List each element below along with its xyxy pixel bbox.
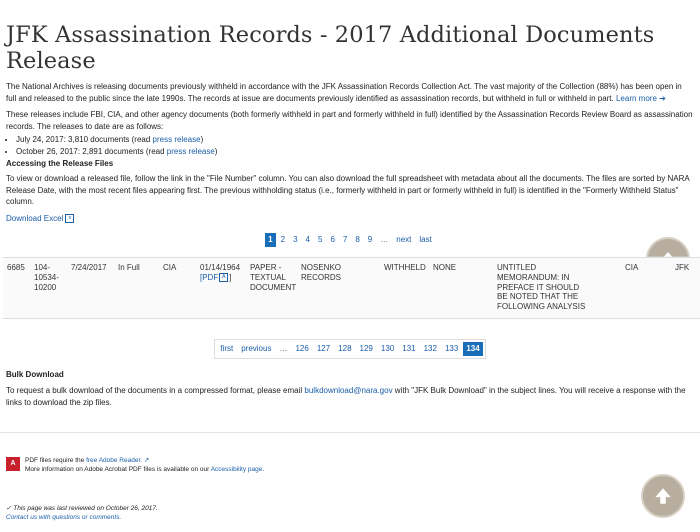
- page-7[interactable]: 7: [340, 233, 350, 247]
- bulk-download-heading: Bulk Download: [6, 370, 64, 379]
- page-title: JFK Assassination Records - 2017 Additio…: [6, 22, 655, 74]
- page-1[interactable]: 1: [265, 233, 276, 247]
- pdf-file-icon[interactable]: A: [219, 273, 229, 283]
- bulk-email-link[interactable]: bulkdownload@nara.gov: [304, 386, 392, 395]
- comment: UNTITLED MEMORANDUM: IN PREFACE IT SHOUL…: [497, 263, 586, 312]
- agency: CIA: [163, 263, 177, 272]
- page-4[interactable]: 4: [303, 233, 313, 247]
- pdf-note: A PDF files require the free Adobe Reade…: [6, 457, 264, 474]
- access-heading: Accessing the Release Files: [6, 159, 114, 168]
- table-row: 6685 104- 10534- 10200 7/24/2017 In Full…: [3, 257, 700, 319]
- originator: CIA: [625, 263, 639, 272]
- learn-more-link[interactable]: Learn more ➔: [616, 94, 666, 103]
- divider: [0, 432, 700, 433]
- access-paragraph: To view or download a released file, fol…: [6, 174, 690, 206]
- page-131[interactable]: 131: [399, 342, 418, 356]
- first-page-link[interactable]: first: [217, 342, 236, 356]
- adobe-reader-link[interactable]: free Adobe Reader.: [86, 457, 142, 464]
- page-134[interactable]: 134: [463, 342, 483, 356]
- collection: JFK: [675, 263, 690, 272]
- file-number-link[interactable]: 104- 10534- 10200: [34, 263, 59, 292]
- pdf-link[interactable]: [PDF: [200, 273, 218, 283]
- page-6[interactable]: 6: [327, 233, 337, 247]
- page-126[interactable]: 126: [292, 342, 311, 356]
- press-release-link[interactable]: press release: [167, 147, 215, 156]
- withheld-status: In Full: [118, 263, 140, 272]
- contact-link[interactable]: Contact us with questions or comments.: [6, 514, 121, 521]
- pagination-top: 1 2 3 4 5 6 7 8 9 … next last: [0, 233, 700, 247]
- release-date: 7/24/2017: [71, 263, 107, 272]
- release-item: October 26, 2017: 2,891 documents (read …: [16, 146, 694, 158]
- page-127[interactable]: 127: [314, 342, 333, 356]
- doc-title: NOSENKO RECORDS: [301, 263, 342, 282]
- last-page-link[interactable]: last: [416, 233, 434, 247]
- page-footer: ✓ This page was last reviewed on October…: [6, 505, 158, 521]
- next-page-link[interactable]: next: [393, 233, 414, 247]
- doc-type: PAPER - TEXTUAL DOCUMENT: [250, 263, 297, 292]
- intro-paragraph: The National Archives is releasing docum…: [6, 82, 682, 103]
- page-129[interactable]: 129: [357, 342, 376, 356]
- adobe-pdf-icon: A: [6, 457, 20, 471]
- page-133[interactable]: 133: [442, 342, 461, 356]
- previous-page-link[interactable]: previous: [238, 342, 274, 356]
- back-to-top-button[interactable]: [641, 474, 685, 518]
- pager-ellipsis: …: [279, 344, 288, 353]
- excel-file-icon[interactable]: x: [65, 213, 75, 223]
- pagination-bottom: first previous … 126 127 128 129 130 131…: [0, 339, 700, 359]
- page-9[interactable]: 9: [365, 233, 375, 247]
- page-128[interactable]: 128: [335, 342, 354, 356]
- restriction: NONE: [433, 263, 457, 272]
- press-release-link[interactable]: press release: [153, 135, 201, 144]
- page-3[interactable]: 3: [290, 233, 300, 247]
- page-2[interactable]: 2: [278, 233, 288, 247]
- releases-list: July 24, 2017: 3,810 documents (read pre…: [6, 134, 694, 157]
- checkmark-icon: ✓: [6, 505, 12, 512]
- page-130[interactable]: 130: [378, 342, 397, 356]
- doc-date-cell: 01/14/1964 [PDF A]: [200, 263, 241, 283]
- row-number: 6685: [7, 263, 25, 272]
- page-132[interactable]: 132: [421, 342, 440, 356]
- page-5[interactable]: 5: [315, 233, 325, 247]
- external-link-icon: ↗: [143, 457, 150, 464]
- pager-ellipsis: …: [380, 235, 389, 244]
- download-excel-link[interactable]: Download Excel: [6, 214, 63, 223]
- withheld-flag: WITHHELD: [384, 263, 426, 272]
- accessibility-page-link[interactable]: Accessibility page.: [211, 466, 264, 473]
- bulk-download-paragraph: To request a bulk download of the docume…: [6, 386, 686, 407]
- page-8[interactable]: 8: [352, 233, 362, 247]
- release-item: July 24, 2017: 3,810 documents (read pre…: [16, 134, 694, 146]
- up-arrow-icon: [655, 488, 671, 504]
- releases-paragraph: These releases include FBI, CIA, and oth…: [6, 110, 693, 131]
